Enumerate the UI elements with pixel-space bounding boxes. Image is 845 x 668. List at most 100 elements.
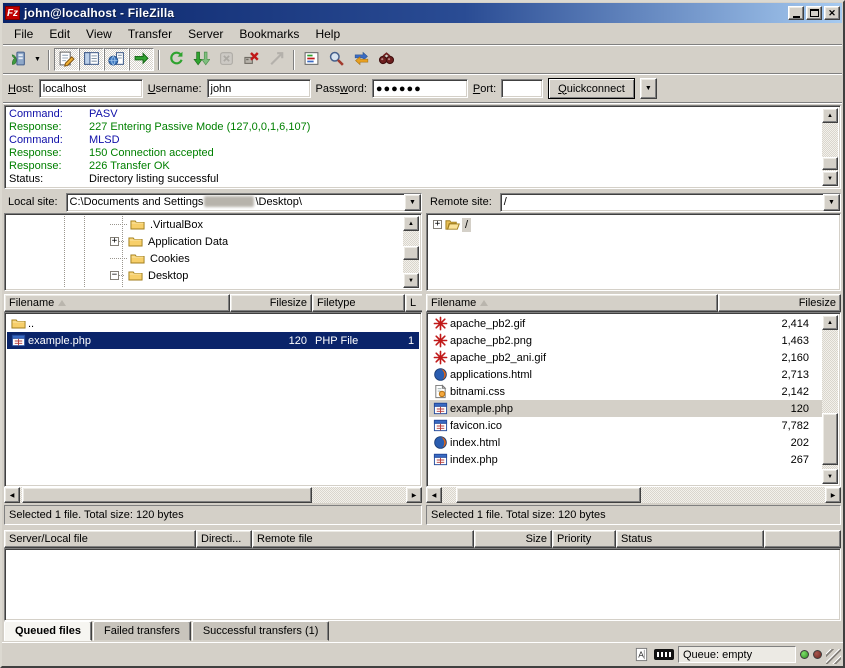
quickconnect-dropdown-icon[interactable]: ▼ [640, 78, 657, 99]
file-row-apache_pb2-gif[interactable]: apache_pb2.gif2,414 [429, 315, 822, 332]
expand-icon[interactable]: + [110, 237, 119, 246]
queue-column-header-server-local-file[interactable]: Server/Local file [4, 530, 196, 548]
file-row-example-php[interactable]: example.php120 [429, 400, 822, 417]
chevron-down-icon[interactable]: ▼ [823, 194, 840, 211]
queue-column-header-blank[interactable] [764, 530, 841, 548]
remote-site-combobox[interactable]: / ▼ [500, 193, 841, 212]
local-column-header-filetype[interactable]: Filetype [312, 294, 405, 312]
collapse-icon[interactable]: − [110, 271, 119, 280]
queue-column-header-priority[interactable]: Priority [552, 530, 616, 548]
tab-successful-transfers-1-[interactable]: Successful transfers (1) [192, 621, 330, 641]
local-column-header-filename[interactable]: Filename [4, 294, 230, 312]
process-queue-button[interactable] [189, 48, 214, 71]
scroll-down-icon[interactable]: ▼ [822, 469, 838, 484]
local-column-header-filesize[interactable]: Filesize [230, 294, 312, 312]
toggle-message-log-button[interactable] [54, 48, 79, 71]
file-row-index-php[interactable]: index.php267 [429, 451, 822, 468]
refresh-button[interactable] [164, 48, 189, 71]
remote-list-scrollbar[interactable]: ▲ ▼ [822, 315, 838, 484]
scrollbar-thumb[interactable] [822, 157, 838, 170]
chevron-down-icon[interactable]: ▼ [31, 48, 44, 71]
queue-column-header-status[interactable]: Status [616, 530, 764, 548]
menu-item-transfer[interactable]: Transfer [120, 25, 180, 43]
toolbar-separator [48, 50, 50, 70]
toggle-local-tree-button[interactable] [79, 48, 104, 71]
scroll-right-icon[interactable]: ▶ [825, 487, 841, 503]
tab-queued-files[interactable]: Queued files [4, 621, 92, 641]
local-horizontal-scrollbar[interactable]: ◀ ▶ [4, 487, 422, 503]
site-manager-button[interactable] [6, 48, 31, 71]
file-row-applications-html[interactable]: applications.html2,713 [429, 366, 822, 383]
tree-item-desktop[interactable]: − Desktop [7, 267, 403, 284]
host-input[interactable]: localhost [39, 79, 143, 98]
synchronized-browsing-button[interactable] [349, 48, 374, 71]
toggle-remote-tree-button[interactable] [104, 48, 129, 71]
local-site-combobox[interactable]: C:\Documents and Settings\Desktop\ ▼ [66, 193, 422, 212]
transfer-type-icon[interactable]: A [632, 647, 650, 663]
scrollbar-thumb[interactable] [403, 246, 419, 260]
port-input[interactable] [501, 79, 543, 98]
quickconnect-button[interactable]: Quickconnect [548, 78, 635, 99]
scroll-down-icon[interactable]: ▼ [403, 273, 419, 288]
filename-text: .. [28, 318, 34, 330]
menu-item-bookmarks[interactable]: Bookmarks [231, 25, 307, 43]
local-tree-scrollbar[interactable]: ▲ ▼ [403, 216, 419, 288]
remote-column-header-filesize[interactable]: Filesize [718, 294, 841, 312]
tab-failed-transfers[interactable]: Failed transfers [93, 621, 191, 641]
remote-column-header-filename[interactable]: Filename [426, 294, 718, 312]
tree-item-label: Desktop [145, 269, 191, 283]
file-row-apache_pb2-png[interactable]: apache_pb2.png1,463 [429, 332, 822, 349]
menu-item-server[interactable]: Server [180, 25, 231, 43]
tree-item-root[interactable]: +/ [429, 216, 838, 233]
scrollbar-thumb[interactable] [456, 487, 641, 503]
file-row-apache_pb2_ani-gif[interactable]: apache_pb2_ani.gif2,160 [429, 349, 822, 366]
filename-text: bitnami.css [450, 386, 505, 398]
menu-item-edit[interactable]: Edit [41, 25, 78, 43]
scroll-left-icon[interactable]: ◀ [4, 487, 20, 503]
scroll-up-icon[interactable]: ▲ [822, 108, 838, 123]
password-input[interactable]: ●●●●●● [372, 79, 468, 98]
tree-item-application-data[interactable]: +Application Data [7, 233, 403, 250]
directory-comparison-button[interactable] [324, 48, 349, 71]
scroll-left-icon[interactable]: ◀ [426, 487, 442, 503]
scrollbar-thumb[interactable] [822, 413, 838, 465]
filesize-cell: 120 [717, 403, 813, 415]
file-row-favicon-ico[interactable]: favicon.ico7,782 [429, 417, 822, 434]
expand-icon[interactable]: + [433, 220, 442, 229]
speed-limit-icon[interactable] [654, 649, 674, 660]
chevron-down-icon[interactable]: ▼ [404, 194, 421, 211]
tree-item-cookies[interactable]: Cookies [7, 250, 403, 267]
filename-text: example.php [28, 335, 91, 347]
resize-grip[interactable] [826, 649, 841, 664]
scroll-right-icon[interactable]: ▶ [406, 487, 422, 503]
scrollbar-thumb[interactable] [22, 487, 312, 503]
queue-column-header-remote-file[interactable]: Remote file [252, 530, 474, 548]
close-button[interactable]: ✕ [824, 6, 840, 20]
local-file-list: .. example.php120PHP File1 [4, 312, 422, 487]
minimize-button[interactable] [788, 6, 804, 20]
local-column-header-l[interactable]: L [405, 294, 422, 312]
file-row-index-html[interactable]: index.html202 [429, 434, 822, 451]
php-icon [432, 401, 448, 417]
find-files-button[interactable] [374, 48, 399, 71]
queue-column-header-directi-[interactable]: Directi... [196, 530, 252, 548]
menu-item-help[interactable]: Help [307, 25, 348, 43]
filename-cell: bitnami.css [429, 384, 717, 400]
toggle-transfer-queue-button[interactable] [129, 48, 154, 71]
menu-item-file[interactable]: File [6, 25, 41, 43]
disconnect-button[interactable] [239, 48, 264, 71]
file-row-bitnami-css[interactable]: bitnami.css2,142 [429, 383, 822, 400]
menu-item-view[interactable]: View [78, 25, 120, 43]
tree-item--virtualbox[interactable]: .VirtualBox [7, 216, 403, 233]
remote-horizontal-scrollbar[interactable]: ◀ ▶ [426, 487, 841, 503]
scroll-up-icon[interactable]: ▲ [822, 315, 838, 330]
queue-column-header-size[interactable]: Size [474, 530, 552, 548]
file-row-example-php[interactable]: example.php120PHP File1 [7, 332, 419, 349]
file-row--[interactable]: .. [7, 315, 419, 332]
scroll-down-icon[interactable]: ▼ [822, 171, 838, 186]
username-input[interactable]: john [207, 79, 311, 98]
filter-button[interactable] [299, 48, 324, 71]
scroll-up-icon[interactable]: ▲ [403, 216, 419, 231]
maximize-button[interactable] [806, 6, 822, 20]
message-log-scrollbar[interactable]: ▲ ▼ [822, 108, 838, 186]
